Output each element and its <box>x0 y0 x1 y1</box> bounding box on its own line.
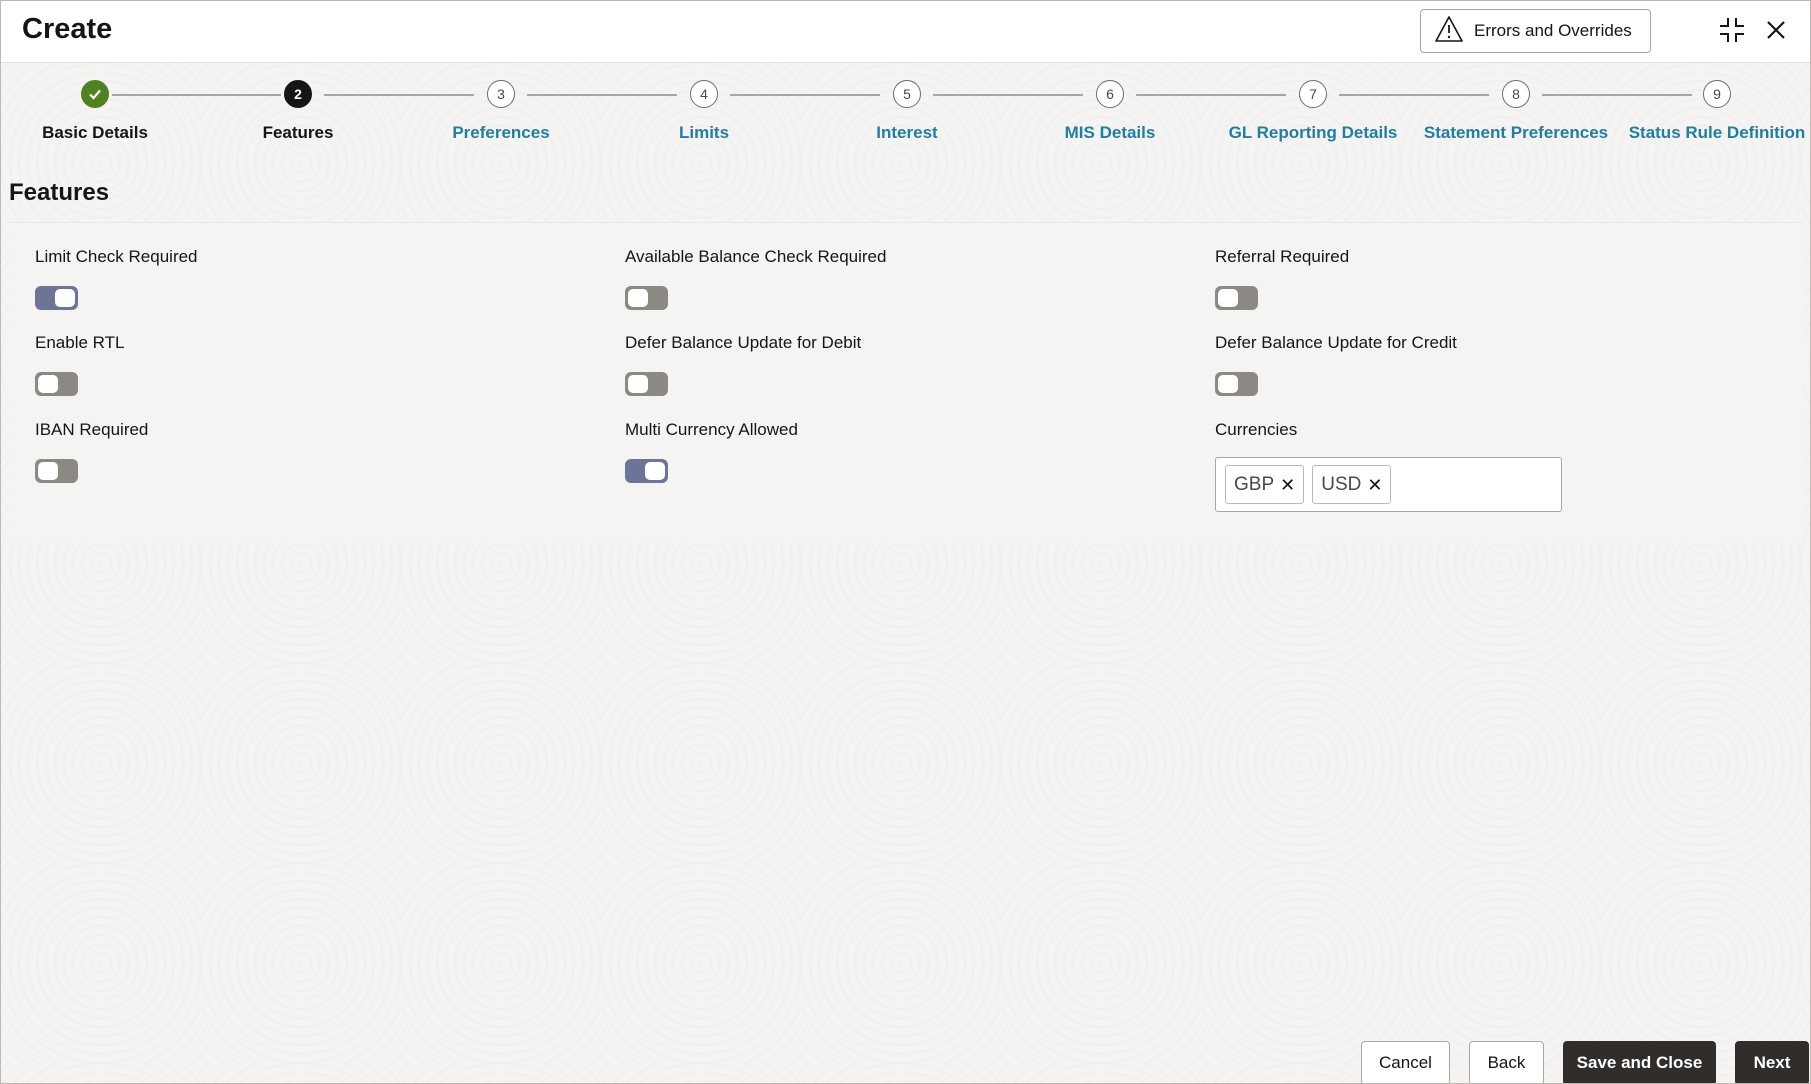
step-number: 9 <box>1703 80 1731 108</box>
close-icon[interactable] <box>1761 15 1791 45</box>
errors-and-overrides-button[interactable]: Errors and Overrides <box>1420 9 1651 53</box>
field-label: Enable RTL <box>35 333 125 352</box>
background-pattern <box>1 63 1810 1083</box>
collapse-icon[interactable] <box>1717 15 1747 45</box>
step-number: 3 <box>487 80 515 108</box>
available-balance-check-required-toggle[interactable] <box>625 286 668 310</box>
step-mis-details[interactable]: 6 MIS Details <box>1010 80 1210 143</box>
iban-required-toggle[interactable] <box>35 459 78 483</box>
field-available-balance-check-required: Available Balance Check Required <box>625 247 887 310</box>
step-features[interactable]: 2 Features <box>198 80 398 143</box>
field-referral-required: Referral Required <box>1215 247 1350 310</box>
step-label: Basic Details <box>42 123 148 142</box>
field-label: Defer Balance Update for Debit <box>625 333 862 352</box>
step-label: Features <box>262 123 334 142</box>
step-label: GL Reporting Details <box>1228 123 1398 142</box>
step-statement-preferences[interactable]: 8 Statement Preferences <box>1416 80 1616 143</box>
step-preferences[interactable]: 3 Preferences <box>401 80 601 143</box>
back-button[interactable]: Back <box>1469 1041 1544 1083</box>
section-title: Features <box>9 179 110 206</box>
step-number: 4 <box>690 80 718 108</box>
step-number: 6 <box>1096 80 1124 108</box>
field-label: Limit Check Required <box>35 247 198 266</box>
step-gl-reporting-details[interactable]: 7 GL Reporting Details <box>1213 80 1413 143</box>
field-label: Multi Currency Allowed <box>625 420 798 439</box>
save-and-close-button[interactable]: Save and Close <box>1563 1041 1716 1083</box>
field-multi-currency-allowed: Multi Currency Allowed <box>625 420 798 483</box>
field-limit-check-required: Limit Check Required <box>35 247 198 310</box>
step-status-rule-definition[interactable]: 9 Status Rule Definition <box>1617 80 1810 143</box>
remove-chip-icon[interactable]: ✕ <box>1280 476 1295 494</box>
step-label: Statement Preferences <box>1423 123 1609 142</box>
chip-label: USD <box>1321 473 1362 495</box>
currency-chip: GBP ✕ <box>1225 465 1305 504</box>
field-label: Defer Balance Update for Credit <box>1215 333 1457 352</box>
referral-required-toggle[interactable] <box>1215 286 1258 310</box>
step-label: Interest <box>876 123 938 142</box>
defer-balance-update-debit-toggle[interactable] <box>625 372 668 396</box>
step-basic-details[interactable]: Basic Details <box>1 80 195 143</box>
chip-label: GBP <box>1234 473 1275 495</box>
features-panel: Limit Check Required Available Balance C… <box>9 222 1804 542</box>
field-label: IBAN Required <box>35 420 149 439</box>
step-label: MIS Details <box>1064 123 1156 142</box>
field-enable-rtl: Enable RTL <box>35 333 125 396</box>
cancel-button[interactable]: Cancel <box>1361 1041 1450 1083</box>
field-label: Referral Required <box>1215 247 1350 266</box>
field-defer-balance-update-debit: Defer Balance Update for Debit <box>625 333 862 396</box>
step-limits[interactable]: 4 Limits <box>604 80 804 143</box>
defer-balance-update-credit-toggle[interactable] <box>1215 372 1258 396</box>
field-label: Available Balance Check Required <box>625 247 887 266</box>
multi-currency-allowed-toggle[interactable] <box>625 459 668 483</box>
field-iban-required: IBAN Required <box>35 420 149 483</box>
step-number: 5 <box>893 80 921 108</box>
dialog-header: Create Errors and Overrides <box>1 1 1810 63</box>
train-stepper: Basic Details 2 Features 3 Preferences 4… <box>1 63 1810 161</box>
step-number: 7 <box>1299 80 1327 108</box>
step-label: Status Rule Definition <box>1628 123 1806 142</box>
currencies-multiselect[interactable]: GBP ✕ USD ✕ <box>1215 457 1562 512</box>
step-label: Preferences <box>452 123 550 142</box>
field-label: Currencies <box>1215 420 1298 439</box>
field-defer-balance-update-credit: Defer Balance Update for Credit <box>1215 333 1457 396</box>
warning-icon <box>1434 15 1464 48</box>
next-button[interactable]: Next <box>1735 1041 1809 1083</box>
remove-chip-icon[interactable]: ✕ <box>1367 476 1382 494</box>
step-number: 8 <box>1502 80 1530 108</box>
dialog-title: Create <box>22 13 113 45</box>
create-dialog: Create Errors and Overrides Basic Detail <box>0 0 1811 1084</box>
errors-and-overrides-label: Errors and Overrides <box>1474 21 1632 40</box>
field-currencies: Currencies GBP ✕ USD ✕ <box>1215 420 1562 512</box>
step-number: 2 <box>284 80 312 108</box>
limit-check-required-toggle[interactable] <box>35 286 78 310</box>
step-label: Limits <box>678 123 730 142</box>
step-interest[interactable]: 5 Interest <box>807 80 1007 143</box>
checkmark-icon <box>81 80 109 108</box>
enable-rtl-toggle[interactable] <box>35 372 78 396</box>
currency-chip: USD ✕ <box>1312 465 1392 504</box>
